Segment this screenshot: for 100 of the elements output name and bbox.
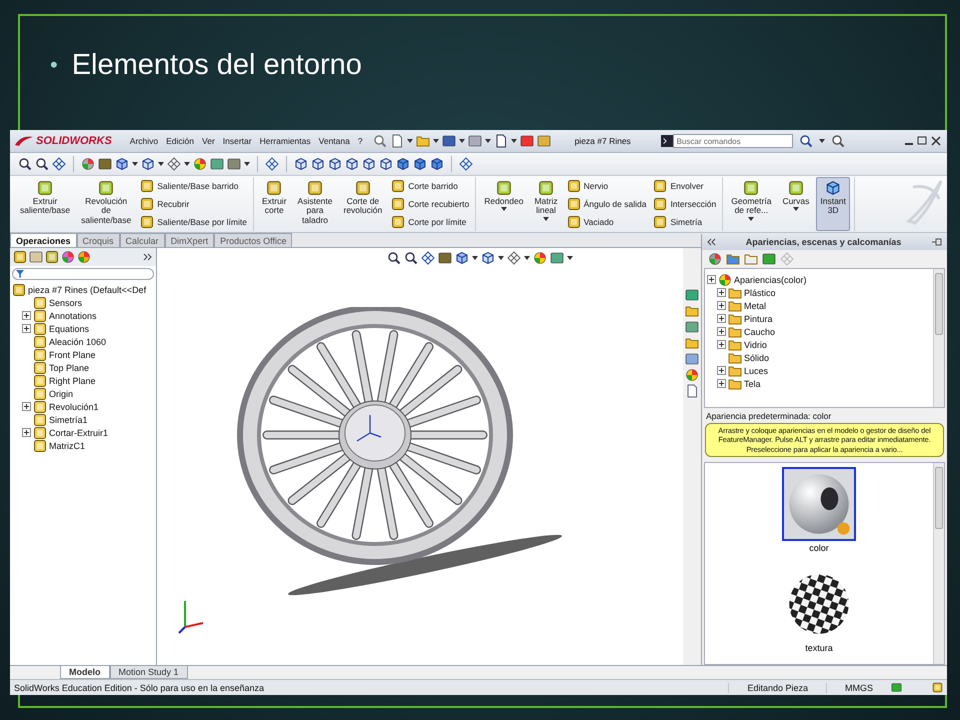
command-tab[interactable]: Calcular (120, 233, 165, 247)
ribbon-button[interactable]: Envolver (651, 179, 718, 193)
command-tab[interactable]: Productos Office (214, 233, 292, 247)
new-file-icon[interactable] (390, 134, 404, 148)
cube-icon[interactable] (294, 157, 308, 171)
caret-icon[interactable] (472, 256, 478, 260)
expand-icon[interactable] (717, 301, 726, 310)
folder-icon[interactable] (685, 336, 699, 350)
ribbon-button[interactable]: Saliente/Base por límite (138, 215, 249, 229)
expand-arrows-icon[interactable] (143, 253, 153, 261)
command-tab[interactable]: Operaciones (10, 233, 77, 247)
model-tab[interactable]: Motion Study 1 (110, 666, 188, 679)
cube-icon[interactable] (430, 157, 444, 171)
folder-icon[interactable] (744, 252, 758, 266)
caret-icon[interactable] (524, 256, 530, 260)
tree-item[interactable]: MatrizC1 (49, 440, 86, 450)
expand-icon[interactable] (717, 379, 726, 388)
ribbon-button[interactable]: Ángulo de salida (564, 197, 648, 211)
search-field[interactable]: Buscar comandos (672, 134, 793, 148)
caret-icon[interactable] (792, 207, 799, 212)
filter-field[interactable] (12, 268, 154, 280)
tree-item[interactable]: Aleación 1060 (49, 336, 106, 346)
cube-icon[interactable] (115, 157, 129, 171)
menu-item[interactable]: Edición (162, 134, 198, 148)
caret-icon[interactable] (432, 139, 439, 143)
expand-icon[interactable] (717, 340, 726, 349)
ribbon-button[interactable]: Redondeo (480, 177, 528, 231)
caret-icon[interactable] (500, 207, 507, 212)
ribbon-button[interactable]: Corte de revolución (340, 177, 386, 231)
command-tab[interactable]: DimXpert (164, 233, 214, 247)
menu-item[interactable]: Herramientas (256, 134, 315, 148)
cube-icon[interactable] (311, 157, 325, 171)
ribbon-button[interactable]: Asistente para taladro (294, 177, 336, 231)
terminal-icon[interactable] (660, 135, 673, 147)
tree-item[interactable]: Luces (744, 366, 768, 376)
caret-icon[interactable] (158, 162, 164, 166)
caret-icon[interactable] (244, 162, 250, 166)
expand-icon[interactable] (22, 402, 31, 411)
window-controls-icon[interactable] (903, 135, 943, 147)
tree-item[interactable]: Plástico (744, 288, 776, 298)
caret-icon[interactable] (406, 139, 413, 143)
tree-item[interactable]: Cortar-Extruir1 (49, 428, 108, 438)
menu-item[interactable]: ? (354, 134, 367, 148)
ribbon-button[interactable]: Extruir saliente/base (16, 177, 74, 231)
expand-icon[interactable] (22, 324, 31, 333)
tree-item[interactable]: Tela (744, 378, 761, 388)
caret-icon[interactable] (484, 139, 491, 143)
cube-icon[interactable] (328, 157, 342, 171)
folder-icon[interactable] (726, 252, 740, 266)
cube-icon[interactable] (141, 157, 155, 171)
tree-item[interactable]: Vidrio (744, 340, 767, 350)
tree-root[interactable]: Apariencias(color) (734, 274, 807, 284)
search-icon[interactable] (798, 134, 813, 148)
ribbon-button[interactable]: Corte barrido (389, 179, 472, 193)
cube-icon[interactable] (396, 157, 410, 171)
scrollbar[interactable] (933, 269, 944, 407)
tree-item[interactable]: Revolución1 (49, 402, 99, 412)
tree-item[interactable]: Origin (49, 388, 74, 398)
command-tab[interactable]: Croquis (76, 233, 120, 247)
ribbon-button[interactable]: Geometría de refe... (727, 177, 776, 231)
ribbon-button[interactable]: Vaciado (564, 215, 648, 229)
menu-item[interactable]: Ver (198, 134, 219, 148)
ribbon-button[interactable]: Saliente/Base barrido (138, 179, 249, 193)
tree-item[interactable]: Top Plane (49, 362, 90, 372)
ribbon-button[interactable]: Revolución de saliente/base (77, 177, 136, 231)
ribbon-button[interactable]: Simetría (651, 215, 718, 229)
ribbon-button[interactable]: Extruir corte (258, 177, 291, 231)
caret-icon[interactable] (510, 139, 517, 143)
expand-icon[interactable] (717, 327, 726, 336)
graphics-area[interactable] (157, 248, 683, 665)
zoom-icon[interactable] (18, 157, 32, 171)
ribbon-button[interactable]: Curvas (778, 177, 814, 231)
caret-icon[interactable] (543, 216, 549, 221)
caret-icon[interactable] (567, 256, 573, 260)
appearance-tab-icon[interactable] (77, 250, 91, 264)
cube-icon[interactable] (413, 157, 427, 171)
ribbon-button[interactable]: Instant 3D (816, 177, 850, 231)
ribbon-button[interactable]: Recubrir (138, 197, 249, 211)
ribbon-button[interactable]: Matriz lineal (530, 177, 562, 231)
tree-item[interactable]: Sensors (49, 298, 82, 308)
appearance-icon[interactable] (193, 157, 207, 171)
tree-item[interactable]: Metal (744, 300, 766, 310)
tree-item[interactable]: Caucho (744, 326, 776, 336)
tree-item[interactable]: Sólido (744, 352, 770, 362)
scrollbar[interactable] (933, 462, 944, 664)
zoom-area-icon[interactable] (404, 251, 418, 265)
expand-icon[interactable] (707, 275, 716, 284)
cube-icon[interactable] (455, 251, 469, 265)
cube-icon[interactable] (379, 157, 393, 171)
collapse-arrows-icon[interactable] (706, 238, 716, 246)
model-tab[interactable]: Modelo (60, 666, 110, 679)
tree-item[interactable]: Simetría1 (49, 414, 88, 424)
expand-icon[interactable] (22, 428, 31, 437)
zoom-icon[interactable] (387, 251, 401, 265)
zoom-area-icon[interactable] (35, 157, 49, 171)
menu-item[interactable]: Ventana (314, 134, 354, 148)
expand-icon[interactable] (717, 314, 726, 323)
appearance-icon[interactable] (685, 368, 699, 382)
appearance-icon[interactable] (533, 251, 547, 265)
cube-icon[interactable] (362, 157, 376, 171)
